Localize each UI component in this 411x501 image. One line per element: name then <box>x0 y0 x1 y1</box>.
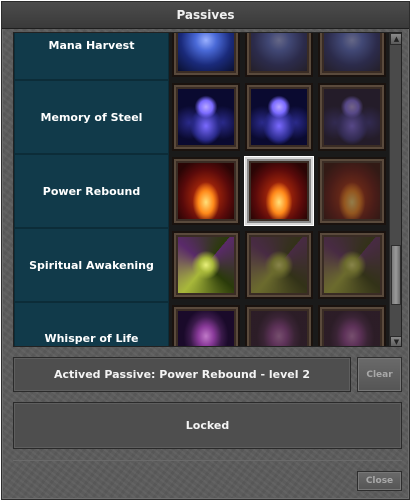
whisper-of-life-icon <box>178 311 234 346</box>
passive-row-memory-of-steel: Memory of Steel <box>14 80 388 154</box>
whisper-of-life-icon <box>324 311 380 346</box>
passive-level-1-slot[interactable] <box>172 305 240 346</box>
power-rebound-icon <box>251 163 307 219</box>
active-passive-status: Actived Passive: Power Rebound - level 2 <box>13 357 351 392</box>
passive-level-2-slot-selected[interactable] <box>245 157 313 225</box>
spiritual-awakening-icon <box>324 237 380 293</box>
passive-level-3-slot[interactable] <box>318 231 386 299</box>
footer-divider <box>13 460 402 461</box>
passive-level-1-slot[interactable] <box>172 33 240 77</box>
scrollbar-thumb[interactable] <box>391 245 401 305</box>
passive-level-3-slot[interactable] <box>318 305 386 346</box>
passive-level-3-slot[interactable] <box>318 83 386 151</box>
whisper-of-life-icon <box>251 311 307 346</box>
passive-level-1-slot[interactable] <box>172 231 240 299</box>
mana-harvest-icon <box>178 33 234 71</box>
power-rebound-icon <box>324 163 380 219</box>
mana-harvest-icon <box>251 33 307 71</box>
passives-list: Mana Harvest Memory of Steel Power Rebou… <box>13 32 402 347</box>
clear-button[interactable]: Clear <box>357 357 402 392</box>
passive-row-spiritual-awakening: Spiritual Awakening <box>14 228 388 302</box>
passive-name: Mana Harvest <box>14 33 169 80</box>
scroll-up-arrow-icon[interactable]: ▲ <box>390 33 401 45</box>
passive-row-power-rebound: Power Rebound <box>14 154 388 228</box>
spiritual-awakening-icon <box>178 237 234 293</box>
power-rebound-icon <box>178 163 234 219</box>
passive-level-3-slot[interactable] <box>318 157 386 225</box>
passive-level-1-slot[interactable] <box>172 83 240 151</box>
locked-status: Locked <box>13 402 402 449</box>
passive-name: Spiritual Awakening <box>14 228 169 302</box>
mana-harvest-icon <box>324 33 380 71</box>
passives-rows: Mana Harvest Memory of Steel Power Rebou… <box>14 33 388 346</box>
window-title: Passives <box>2 2 409 29</box>
spiritual-awakening-icon <box>251 237 307 293</box>
passive-level-1-slot[interactable] <box>172 157 240 225</box>
list-scrollbar[interactable]: ▲ ▼ <box>389 33 401 346</box>
passive-row-whisper-of-life: Whisper of Life <box>14 302 388 346</box>
passive-name: Whisper of Life <box>14 302 169 346</box>
passive-level-2-slot[interactable] <box>245 231 313 299</box>
passive-row-mana-harvest: Mana Harvest <box>14 33 388 80</box>
memory-of-steel-icon <box>178 89 234 145</box>
passive-name: Power Rebound <box>14 154 169 228</box>
memory-of-steel-icon <box>324 89 380 145</box>
passive-level-2-slot[interactable] <box>245 83 313 151</box>
scroll-down-arrow-icon[interactable]: ▼ <box>390 336 401 346</box>
passives-window: Passives Mana Harvest Memory of Steel Po… <box>1 1 410 500</box>
memory-of-steel-icon <box>251 89 307 145</box>
passive-level-3-slot[interactable] <box>318 33 386 77</box>
passive-name: Memory of Steel <box>14 80 169 154</box>
passive-level-2-slot[interactable] <box>245 305 313 346</box>
close-button[interactable]: Close <box>357 471 402 491</box>
passive-level-2-slot[interactable] <box>245 33 313 77</box>
